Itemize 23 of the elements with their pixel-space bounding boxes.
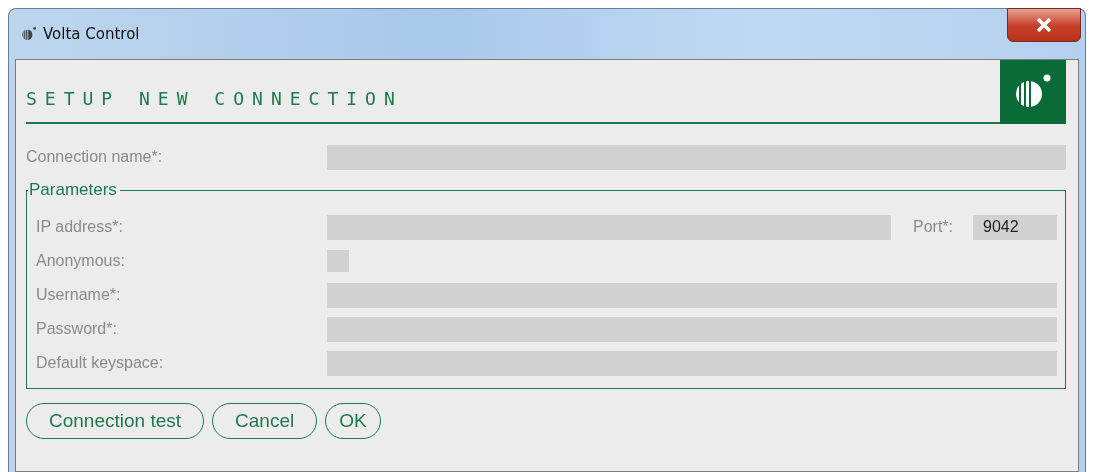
window-title: Volta Control [43,25,140,43]
dialog-button[interactable]: Connection test [26,403,205,439]
app-icon [21,26,37,42]
port-field[interactable]: 9042 [973,214,1057,240]
dialog-title: SETUP NEW CONNECTION [26,87,403,109]
dialog-button[interactable]: Cancel [212,403,318,439]
checkbox[interactable] [327,250,349,272]
field-label: IP address*: [36,218,124,236]
input-field[interactable] [327,282,1057,308]
field-label: Port*: [913,218,953,236]
connection-name-field[interactable] [327,144,1066,170]
field-label: Connection name*: [26,148,164,166]
field-label: Password*: [36,320,118,338]
close-button[interactable] [1007,8,1081,42]
dialog-button[interactable]: OK [325,403,381,439]
field-label: Default keyspace: [36,354,165,372]
input-field[interactable] [327,350,1057,376]
input-field[interactable] [327,214,891,240]
group-title: Parameters [28,180,118,200]
field-label: Username*: [36,286,122,304]
close-icon [1036,18,1052,32]
field-label: Anonymous: [36,252,126,270]
input-field[interactable] [327,316,1057,342]
